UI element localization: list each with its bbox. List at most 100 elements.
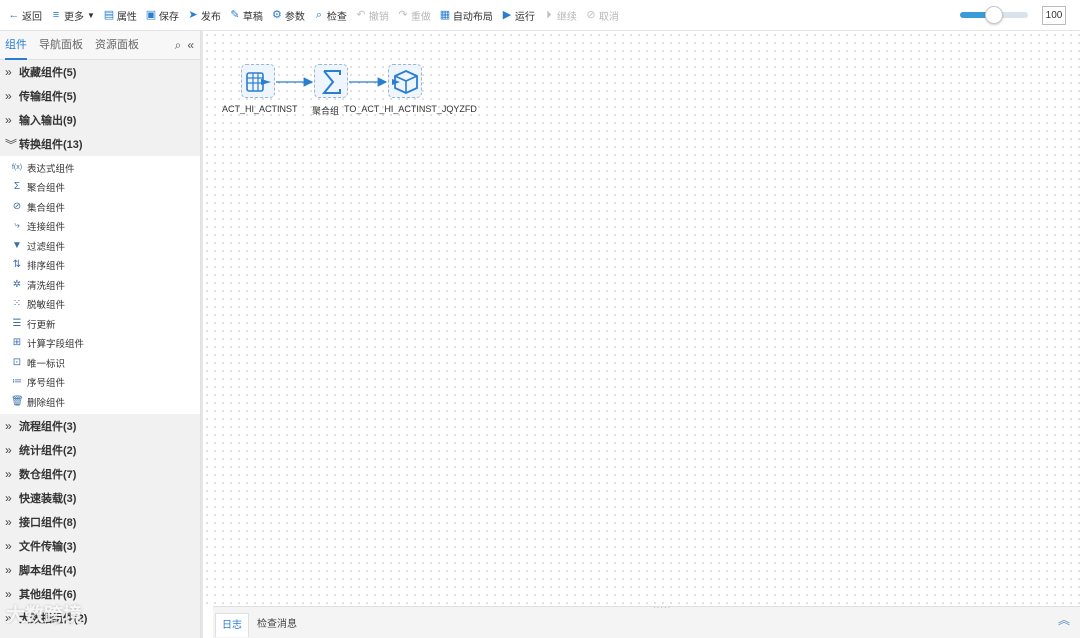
category-file-transfer[interactable]: » 文件传输(3) <box>0 534 200 558</box>
tab-components[interactable]: 组件 <box>5 31 27 60</box>
node-aggregate[interactable] <box>314 64 348 98</box>
list-number-icon: ≔ <box>12 376 22 388</box>
filter-icon: ▼ <box>12 239 22 251</box>
collapse-sidebar-icon[interactable]: « <box>187 38 194 52</box>
check-button[interactable]: ⌕ 检查 <box>309 0 351 31</box>
join-icon: ⤷ <box>14 220 20 232</box>
chevron-double-right-icon: » <box>5 113 12 127</box>
bottom-panel: ····· 日志 检查消息 ︽ <box>213 603 1080 638</box>
zoom-value-input[interactable]: 100 <box>1042 6 1066 25</box>
properties-button[interactable]: ▤ 属性 <box>99 0 141 31</box>
chevron-double-right-icon: » <box>5 89 12 103</box>
node-table-output[interactable] <box>388 64 422 98</box>
redo-button[interactable]: ↷ 重做 <box>393 0 435 31</box>
clean-icon: ✲ <box>12 278 22 290</box>
chevron-double-right-icon: » <box>5 586 12 601</box>
category-script[interactable]: » 脚本组件(4) <box>0 558 200 582</box>
chevron-double-right-icon: » <box>5 562 12 577</box>
tab-log[interactable]: 日志 <box>215 613 249 637</box>
design-canvas[interactable]: ACT_HI_ACTINST 聚合组 TO_ACT_HI_ACTINST_JQY… <box>203 31 1080 606</box>
layout-icon: ▦ <box>439 9 451 21</box>
save-button[interactable]: ▣ 保存 <box>141 0 183 31</box>
list-item-sequence[interactable]: ≔ 序号组件 <box>0 373 200 393</box>
list-item-mask[interactable]: ⁙ 脱敏组件 <box>0 295 200 315</box>
continue-icon: ⏵ <box>546 9 552 21</box>
list-item-aggregate[interactable]: Σ 聚合组件 <box>0 178 200 198</box>
back-button[interactable]: ← 返回 <box>4 0 46 31</box>
draft-button[interactable]: ✎ 草稿 <box>225 0 267 31</box>
continue-button[interactable]: ⏵ 继续 <box>539 0 581 31</box>
list-item-calc-field[interactable]: ⊞ 计算字段组件 <box>0 334 200 354</box>
undo-button[interactable]: ↶ 撤销 <box>351 0 393 31</box>
expand-panel-icon[interactable]: ︽ <box>1058 611 1070 628</box>
search-icon: ⌕ <box>315 9 322 21</box>
trash-icon: 🗑 <box>11 395 24 407</box>
chevron-double-right-icon: » <box>5 514 12 529</box>
undo-icon: ↶ <box>356 9 366 21</box>
sort-icon: ⇅ <box>12 259 22 271</box>
unique-id-icon: ⊡ <box>12 356 22 368</box>
tab-resource-panel[interactable]: 资源面板 <box>95 31 139 60</box>
category-favorites[interactable]: » 收藏组件(5) <box>0 60 200 84</box>
list-item-clean[interactable]: ✲ 清洗组件 <box>0 275 200 295</box>
calc-field-icon: ⊞ <box>12 337 22 349</box>
cancel-button[interactable]: ⊘ 取消 <box>581 0 623 31</box>
run-button[interactable]: ▶ 运行 <box>497 0 539 31</box>
table-input-icon <box>246 72 271 92</box>
sidebar-tools: ⌕ « <box>169 38 194 53</box>
chevron-double-right-icon: » <box>5 466 12 481</box>
category-transform[interactable]: ︾ 转换组件(13) <box>0 132 200 156</box>
zoom-slider[interactable] <box>960 6 1028 24</box>
toolbar: ← 返回 ≡ 更多 ▼ ▤ 属性 ▣ 保存 ➤ 发布 ✎ 草稿 ⚙ 参数 ⌕ 检查 ↶ 撤销 ↷ 重做… <box>0 0 1080 31</box>
zoom-slider-handle[interactable] <box>985 6 1003 24</box>
category-fast-load[interactable]: » 快速装载(3) <box>0 486 200 510</box>
properties-icon: ▤ <box>103 9 115 21</box>
connector-layer <box>276 77 388 87</box>
set-icon: ⊘ <box>12 200 22 212</box>
forbid-icon: ⊘ <box>586 9 596 21</box>
list-item-unique-id[interactable]: ⊡ 唯一标识 <box>0 353 200 373</box>
category-warehouse[interactable]: » 数仓组件(7) <box>0 462 200 486</box>
redo-icon: ↷ <box>398 9 408 21</box>
send-icon: ➤ <box>188 9 198 21</box>
category-interface[interactable]: » 接口组件(8) <box>0 510 200 534</box>
publish-button[interactable]: ➤ 发布 <box>183 0 225 31</box>
chevron-double-right-icon: » <box>5 538 12 553</box>
sigma-icon: Σ <box>13 181 21 193</box>
play-icon: ▶ <box>502 9 512 21</box>
list-item-set[interactable]: ⊘ 集合组件 <box>0 197 200 217</box>
resize-grip-icon[interactable]: ····· <box>653 603 671 612</box>
row-update-icon: ☰ <box>12 317 22 329</box>
node-label: TO_ACT_HI_ACTINST_JQYZFD <box>344 104 477 114</box>
node-label: 聚合组 <box>312 106 340 116</box>
chevron-double-right-icon: » <box>5 418 12 433</box>
tab-navigation-panel[interactable]: 导航面板 <box>39 31 83 60</box>
list-item-row-update[interactable]: ☰ 行更新 <box>0 314 200 334</box>
params-icon: ⚙ <box>271 9 282 21</box>
category-statistics[interactable]: » 统计组件(2) <box>0 438 200 462</box>
list-item-delete[interactable]: 🗑 删除组件 <box>0 392 200 412</box>
category-transfer[interactable]: » 传输组件(5) <box>0 84 200 108</box>
menu-icon: ≡ <box>52 9 60 21</box>
params-button[interactable]: ⚙ 参数 <box>267 0 309 31</box>
caret-down-icon: ▼ <box>87 10 95 20</box>
search-icon[interactable]: ⌕ <box>175 38 182 52</box>
draft-icon: ✎ <box>230 9 240 21</box>
mask-icon: ⁙ <box>12 298 22 310</box>
list-item-expression[interactable]: f(x) 表达式组件 <box>0 158 200 178</box>
node-table-input[interactable] <box>241 64 275 98</box>
category-input-output[interactable]: » 输入输出(9) <box>0 108 200 132</box>
save-icon: ▣ <box>145 9 157 21</box>
list-item-join[interactable]: ⤷ 连接组件 <box>0 217 200 237</box>
category-flow[interactable]: » 流程组件(3) <box>0 414 200 438</box>
chevron-double-right-icon: » <box>5 490 12 505</box>
cube-output-icon <box>392 70 418 94</box>
auto-layout-button[interactable]: ▦ 自动布局 <box>435 0 497 31</box>
tab-check-messages[interactable]: 检查消息 <box>251 613 303 637</box>
list-item-sort[interactable]: ⇅ 排序组件 <box>0 256 200 276</box>
transform-component-list: f(x) 表达式组件 Σ 聚合组件 ⊘ 集合组件 ⤷ 连接组件 ▼ 过滤组件 ⇅ 排序组件 … <box>0 156 200 414</box>
list-item-filter[interactable]: ▼ 过滤组件 <box>0 236 200 256</box>
chevron-double-right-icon: » <box>5 442 12 457</box>
sigma-icon <box>321 70 341 94</box>
more-menu-button[interactable]: ≡ 更多 ▼ <box>46 0 99 31</box>
